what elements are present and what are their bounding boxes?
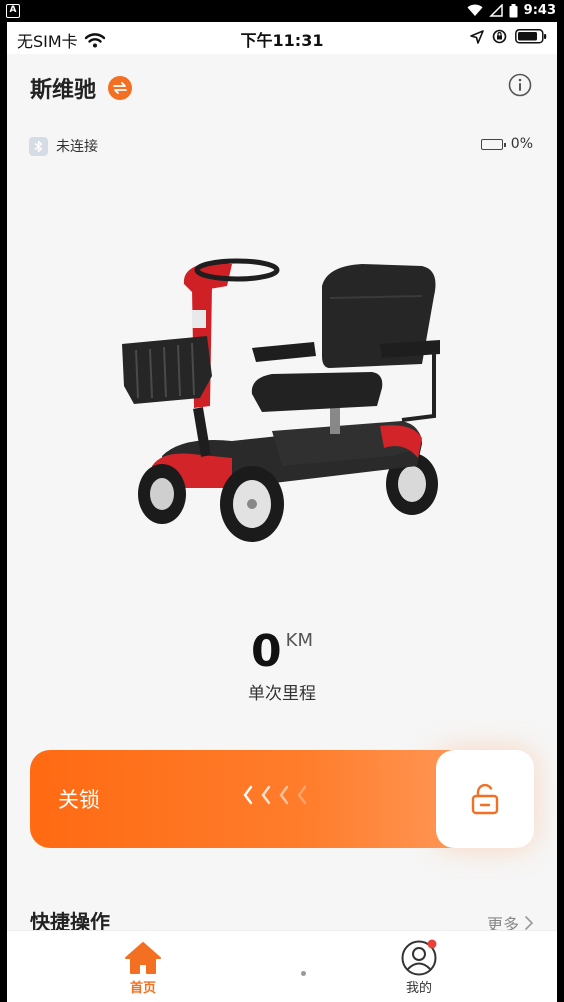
swap-icon bbox=[113, 82, 127, 94]
phone-screen: A 9:43 无SIM卡 下午11:31 斯维驰 未连接 0% 0 KM 单次里… bbox=[0, 0, 564, 1002]
header: 斯维驰 bbox=[30, 72, 133, 104]
unlock-icon bbox=[471, 783, 499, 815]
main-content: 斯维驰 未连接 0% 0 KM 单次里程 关锁 快捷操作 更多 bbox=[7, 54, 557, 934]
distance-unit: KM bbox=[285, 630, 313, 651]
lock-label: 关锁 bbox=[58, 788, 100, 812]
tab-home-label: 首页 bbox=[129, 981, 156, 996]
home-icon bbox=[125, 942, 161, 974]
connection-status: 未连接 bbox=[29, 136, 98, 156]
slider-knob[interactable] bbox=[436, 750, 534, 848]
info-icon[interactable] bbox=[508, 73, 532, 97]
scooter-image bbox=[122, 258, 440, 542]
page-indicator-dot bbox=[301, 971, 306, 976]
profile-icon bbox=[401, 939, 437, 976]
location-arrow-icon bbox=[470, 29, 484, 44]
battery-status: 0% bbox=[480, 136, 533, 152]
left-border bbox=[0, 22, 7, 1002]
signal-icon bbox=[488, 4, 503, 17]
tab-me-label: 我的 bbox=[405, 981, 432, 996]
chevron-right-icon bbox=[525, 916, 533, 930]
battery-icon bbox=[515, 29, 547, 44]
app-badge-icon: A bbox=[6, 4, 20, 18]
android-time: 9:43 bbox=[523, 3, 556, 18]
battery-level-icon bbox=[480, 138, 506, 150]
tab-home[interactable]: 首页 bbox=[103, 939, 183, 996]
bottom-tab-bar: 首页 我的 bbox=[7, 930, 557, 1002]
trip-distance: 0 KM bbox=[7, 626, 557, 677]
bluetooth-icon bbox=[29, 136, 48, 156]
swipe-chevrons-icon bbox=[242, 780, 312, 810]
distance-label: 单次里程 bbox=[248, 684, 316, 704]
page-title: 斯维驰 bbox=[30, 78, 97, 103]
right-border bbox=[557, 22, 564, 1002]
android-status-bar: A 9:43 bbox=[0, 0, 564, 22]
distance-value: 0 bbox=[251, 626, 282, 677]
wifi-icon bbox=[467, 4, 483, 16]
battery-percent: 0% bbox=[510, 136, 533, 152]
connection-label: 未连接 bbox=[56, 139, 98, 155]
rotation-lock-icon bbox=[492, 29, 507, 44]
ios-status-bar: 无SIM卡 下午11:31 bbox=[7, 22, 557, 54]
battery-icon bbox=[509, 3, 518, 17]
tab-me[interactable]: 我的 bbox=[379, 939, 459, 996]
switch-device-button[interactable] bbox=[108, 76, 133, 100]
